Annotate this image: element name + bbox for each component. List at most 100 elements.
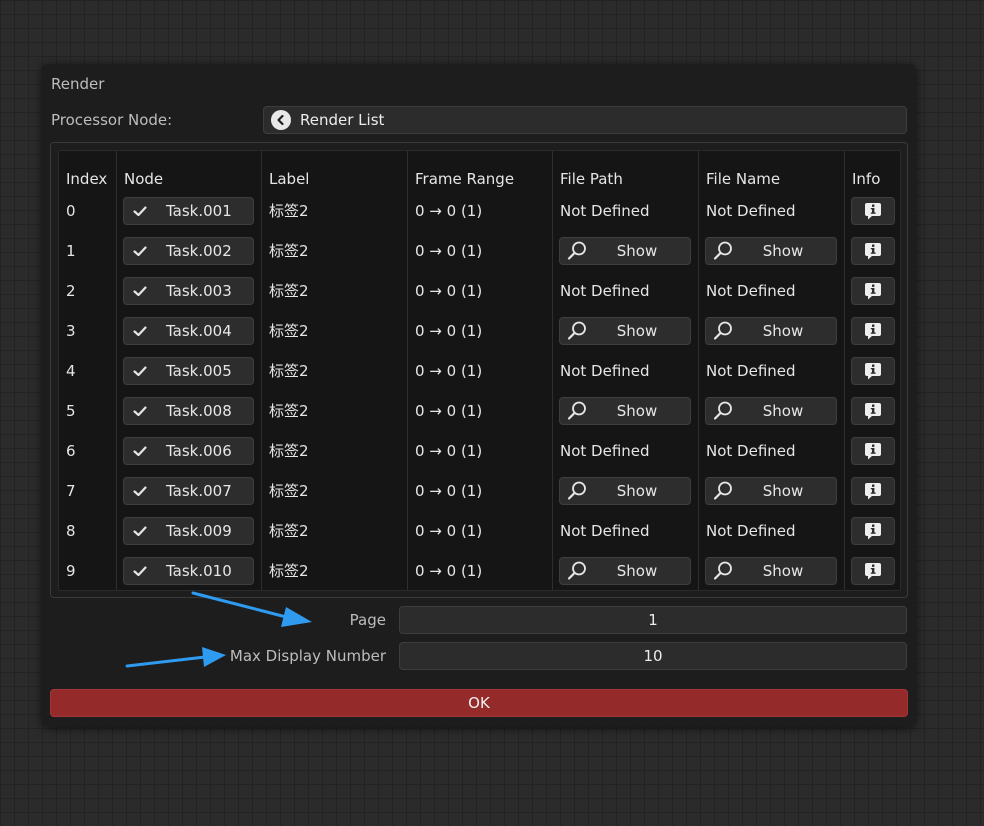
file-name-show-button[interactable]: Show [705, 557, 837, 585]
show-label: Show [616, 322, 658, 340]
column-divider [116, 151, 117, 590]
checkmark-icon [133, 206, 147, 217]
processor-node-value: Render List [300, 111, 385, 129]
file-name-show-button[interactable]: Show [705, 397, 837, 425]
file-name-show-button[interactable]: Show [705, 477, 837, 505]
header-label: Label [269, 170, 310, 188]
node-toggle-button[interactable]: Task.009 [123, 517, 254, 545]
row-frame-range: 0 → 0 (1) [415, 282, 483, 300]
checkmark-icon [133, 406, 147, 417]
ok-button[interactable]: OK [50, 689, 908, 717]
row-index: 9 [66, 562, 76, 580]
file-name-text: Not Defined [706, 202, 796, 220]
checkmark-icon [133, 566, 147, 577]
node-toggle-button[interactable]: Task.004 [123, 317, 254, 345]
file-name-show-button[interactable]: Show [705, 237, 837, 265]
info-button[interactable] [851, 357, 895, 385]
page-label: Page [349, 611, 386, 629]
row-frame-range: 0 → 0 (1) [415, 442, 483, 460]
info-button[interactable] [851, 197, 895, 225]
row-index: 5 [66, 402, 76, 420]
file-path-show-button[interactable]: Show [559, 317, 691, 345]
node-toggle-button[interactable]: Task.003 [123, 277, 254, 305]
render-dialog: Render Processor Node: Render List Index… [42, 64, 916, 726]
row-index: 7 [66, 482, 76, 500]
info-button[interactable] [851, 477, 895, 505]
info-button[interactable] [851, 437, 895, 465]
node-toggle-button[interactable]: Task.006 [123, 437, 254, 465]
info-icon [865, 363, 881, 380]
node-toggle-button[interactable]: Task.001 [123, 197, 254, 225]
render-table: Index Node Label Frame Range File Path F… [58, 150, 901, 591]
row-label: 标签2 [269, 402, 309, 420]
node-toggle-button[interactable]: Task.002 [123, 237, 254, 265]
node-name: Task.009 [166, 522, 232, 540]
row-frame-range: 0 → 0 (1) [415, 522, 483, 540]
row-frame-range: 0 → 0 (1) [415, 322, 483, 340]
row-label: 标签2 [269, 202, 309, 220]
node-toggle-button[interactable]: Task.008 [123, 397, 254, 425]
row-frame-range: 0 → 0 (1) [415, 242, 483, 260]
row-index: 1 [66, 242, 76, 260]
row-frame-range: 0 → 0 (1) [415, 362, 483, 380]
info-icon [865, 563, 881, 580]
file-path-show-button[interactable]: Show [559, 397, 691, 425]
info-icon [865, 283, 881, 300]
info-button[interactable] [851, 517, 895, 545]
row-label: 标签2 [269, 362, 309, 380]
render-table-frame: Index Node Label Frame Range File Path F… [50, 142, 908, 598]
back-arrow-icon[interactable] [271, 110, 291, 130]
show-label: Show [616, 402, 658, 420]
max-display-number-field[interactable]: 10 [399, 642, 907, 670]
show-label: Show [762, 562, 804, 580]
row-index: 3 [66, 322, 76, 340]
node-name: Task.003 [166, 282, 232, 300]
file-path-text: Not Defined [560, 202, 650, 220]
file-path-show-button[interactable]: Show [559, 557, 691, 585]
row-frame-range: 0 → 0 (1) [415, 402, 483, 420]
info-icon [865, 323, 881, 340]
info-button[interactable] [851, 237, 895, 265]
file-path-text: Not Defined [560, 522, 650, 540]
info-icon [865, 403, 881, 420]
node-toggle-button[interactable]: Task.010 [123, 557, 254, 585]
node-toggle-button[interactable]: Task.005 [123, 357, 254, 385]
info-button[interactable] [851, 397, 895, 425]
info-icon [865, 243, 881, 260]
row-frame-range: 0 → 0 (1) [415, 562, 483, 580]
info-button[interactable] [851, 317, 895, 345]
node-toggle-button[interactable]: Task.007 [123, 477, 254, 505]
node-name: Task.001 [166, 202, 232, 220]
checkmark-icon [133, 246, 147, 257]
row-label: 标签2 [269, 562, 309, 580]
checkmark-icon [133, 486, 147, 497]
show-label: Show [762, 482, 804, 500]
node-name: Task.002 [166, 242, 232, 260]
checkmark-icon [133, 526, 147, 537]
header-file-path: File Path [560, 170, 623, 188]
file-name-text: Not Defined [706, 362, 796, 380]
node-name: Task.007 [166, 482, 232, 500]
row-label: 标签2 [269, 242, 309, 260]
show-label: Show [616, 482, 658, 500]
column-divider [844, 151, 845, 590]
file-path-show-button[interactable]: Show [559, 237, 691, 265]
file-path-text: Not Defined [560, 282, 650, 300]
page-field[interactable]: 1 [399, 606, 907, 634]
node-name: Task.008 [166, 402, 232, 420]
node-name: Task.006 [166, 442, 232, 460]
show-label: Show [616, 242, 658, 260]
row-label: 标签2 [269, 282, 309, 300]
info-button[interactable] [851, 277, 895, 305]
row-label: 标签2 [269, 522, 309, 540]
info-button[interactable] [851, 557, 895, 585]
column-divider [698, 151, 699, 590]
row-index: 6 [66, 442, 76, 460]
row-index: 0 [66, 202, 76, 220]
file-path-show-button[interactable]: Show [559, 477, 691, 505]
node-name: Task.005 [166, 362, 232, 380]
file-name-text: Not Defined [706, 522, 796, 540]
file-name-text: Not Defined [706, 282, 796, 300]
file-name-show-button[interactable]: Show [705, 317, 837, 345]
processor-node-field[interactable]: Render List [263, 106, 907, 134]
